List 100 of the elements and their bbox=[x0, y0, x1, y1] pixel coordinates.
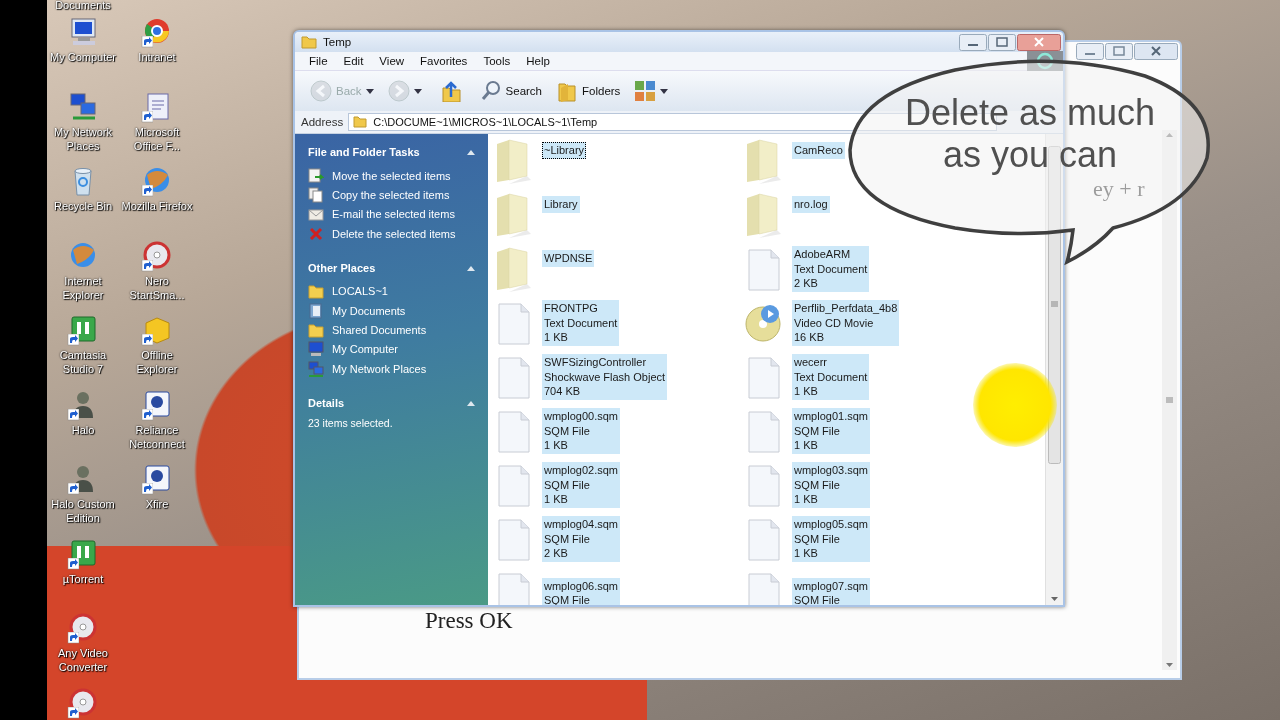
window-title: Temp bbox=[323, 36, 352, 48]
folder-icon bbox=[308, 322, 324, 339]
address-label: Address bbox=[301, 116, 344, 128]
maximize-icon[interactable] bbox=[988, 33, 1016, 51]
file-name: wmplog06.sqm bbox=[544, 578, 618, 593]
file-size: 2 KB bbox=[794, 276, 819, 291]
file-name: wmplog03.sqm bbox=[794, 463, 868, 478]
file-details[interactable]: SWFSizingController Shockwave Flash Object 704 KB bbox=[542, 354, 668, 400]
file-type: SQM File bbox=[794, 423, 841, 439]
file-size: 1 KB bbox=[544, 438, 569, 453]
task-link[interactable]: E-mail the selected items bbox=[332, 208, 455, 221]
folder-icon bbox=[301, 35, 317, 49]
file-name: wecerr bbox=[794, 355, 828, 370]
collapse-chevron-icon[interactable] bbox=[466, 148, 476, 156]
menu-item[interactable]: Help bbox=[518, 55, 558, 67]
file-details[interactable]: wmplog03.sqm SQM File 1 KB bbox=[792, 462, 870, 508]
file-details[interactable]: Perflib_Perfdata_4b8 Video CD Movie 16 KB bbox=[792, 300, 900, 346]
file-details[interactable]: wmplog02.sqm SQM File 1 KB bbox=[542, 462, 620, 508]
scrollbar[interactable] bbox=[1162, 130, 1177, 670]
file-type: Text Document bbox=[794, 369, 868, 385]
file-type: SQM File bbox=[544, 531, 591, 547]
views-icon bbox=[634, 80, 657, 102]
scroll-grip-icon[interactable] bbox=[1163, 395, 1176, 405]
menu-item[interactable]: Favorites bbox=[412, 55, 476, 67]
caret-icon bbox=[365, 88, 374, 94]
file-type: SQM File bbox=[794, 531, 841, 547]
file-details[interactable]: FRONTPG Text Document 1 KB bbox=[542, 300, 620, 346]
scroll-up-icon[interactable] bbox=[1163, 130, 1176, 140]
delete-icon bbox=[308, 225, 324, 242]
task-link[interactable]: Move the selected items bbox=[332, 169, 451, 182]
task-link[interactable]: My Computer bbox=[332, 343, 399, 356]
file-size: 1 KB bbox=[794, 384, 819, 399]
task-link[interactable]: LOCALS~1 bbox=[332, 285, 388, 298]
file-name: FRONTPG bbox=[544, 301, 599, 316]
file-details[interactable]: wecerr Text Document 1 KB bbox=[792, 354, 870, 400]
file-name[interactable]: ~Library bbox=[542, 142, 587, 159]
file-details[interactable]: AdobeARM Text Document 2 KB bbox=[792, 246, 870, 292]
file-name[interactable]: CamReco bbox=[792, 142, 845, 159]
file-name: AdobeARM bbox=[794, 247, 852, 262]
task-link[interactable]: Copy the selected items bbox=[332, 189, 450, 202]
copy-icon bbox=[308, 187, 324, 204]
folder-icon bbox=[353, 116, 368, 128]
file-name[interactable]: WPDNSE bbox=[542, 250, 595, 267]
file-size: 704 KB bbox=[544, 384, 582, 399]
scroll-down-icon[interactable] bbox=[1163, 660, 1176, 670]
file-size: 1 KB bbox=[794, 438, 819, 453]
file-size: 16 KB bbox=[794, 330, 825, 345]
file-size: 1 KB bbox=[544, 330, 569, 345]
file-details[interactable]: wmplog00.sqm SQM File 1 KB bbox=[542, 408, 620, 454]
envelope-icon bbox=[308, 206, 324, 223]
menu-item[interactable]: Edit bbox=[335, 55, 372, 67]
throbber-icon bbox=[1027, 51, 1063, 71]
file-type: Text Document bbox=[794, 261, 868, 277]
documents-icon bbox=[308, 302, 324, 319]
file-name: wmplog05.sqm bbox=[794, 517, 868, 532]
minimize-icon[interactable] bbox=[959, 33, 987, 51]
file-type: SQM File bbox=[794, 477, 841, 493]
menu-item[interactable]: View bbox=[371, 55, 413, 67]
folder-icon bbox=[556, 80, 578, 102]
file-details[interactable]: wmplog01.sqm SQM File 1 KB bbox=[792, 408, 870, 454]
folders-button[interactable]: Folders bbox=[551, 76, 626, 106]
section-title: File and Folder Tasks bbox=[308, 146, 420, 158]
file-name: wmplog00.sqm bbox=[544, 409, 618, 424]
file-name: wmplog07.sqm bbox=[794, 578, 868, 593]
caret-icon bbox=[413, 88, 422, 94]
section-title: Details bbox=[308, 396, 345, 409]
file-name: wmplog04.sqm bbox=[544, 517, 618, 532]
file-size: 2 KB bbox=[544, 546, 569, 561]
task-link[interactable]: My Documents bbox=[332, 304, 406, 317]
computer-icon bbox=[308, 341, 324, 358]
file-name[interactable]: nro.log bbox=[792, 196, 830, 213]
file-type: Text Document bbox=[544, 315, 618, 331]
task-link[interactable]: Shared Documents bbox=[332, 324, 427, 337]
file-name[interactable]: Library bbox=[542, 196, 580, 213]
file-name: Perflib_Perfdata_4b8 bbox=[794, 301, 898, 316]
file-details[interactable]: wmplog05.sqm SQM File 1 KB bbox=[792, 516, 870, 562]
file-size: 1 KB bbox=[544, 492, 569, 507]
menu-item[interactable]: File bbox=[301, 55, 336, 67]
task-link[interactable]: My Network Places bbox=[332, 362, 427, 375]
move-icon bbox=[308, 167, 324, 184]
file-size: 1 KB bbox=[794, 492, 819, 507]
folder-icon bbox=[308, 283, 324, 300]
file-type: Video CD Movie bbox=[794, 315, 875, 331]
task-link[interactable]: Delete the selected items bbox=[332, 227, 456, 240]
section-title: Other Places bbox=[308, 261, 376, 274]
file-type: Shockwave Flash Object bbox=[544, 369, 666, 385]
desktop-icon-label[interactable]: Any Video Converter bbox=[46, 646, 120, 674]
file-details[interactable]: wmplog04.sqm SQM File 2 KB bbox=[542, 516, 620, 562]
minimize-icon[interactable] bbox=[1076, 43, 1104, 60]
menu-item[interactable]: Tools bbox=[475, 55, 519, 67]
maximize-icon[interactable] bbox=[1105, 43, 1133, 60]
close-icon[interactable] bbox=[1017, 33, 1061, 51]
document-text: ey + r bbox=[1093, 176, 1145, 202]
network-icon bbox=[308, 360, 324, 377]
desktop-icon-label[interactable]: µTorrent bbox=[62, 571, 104, 586]
scroll-thumb[interactable] bbox=[1048, 146, 1061, 464]
network-icon[interactable] bbox=[67, 90, 99, 123]
search-button[interactable]: Search bbox=[474, 76, 547, 106]
search-icon bbox=[479, 80, 502, 102]
close-icon[interactable] bbox=[1134, 43, 1178, 60]
